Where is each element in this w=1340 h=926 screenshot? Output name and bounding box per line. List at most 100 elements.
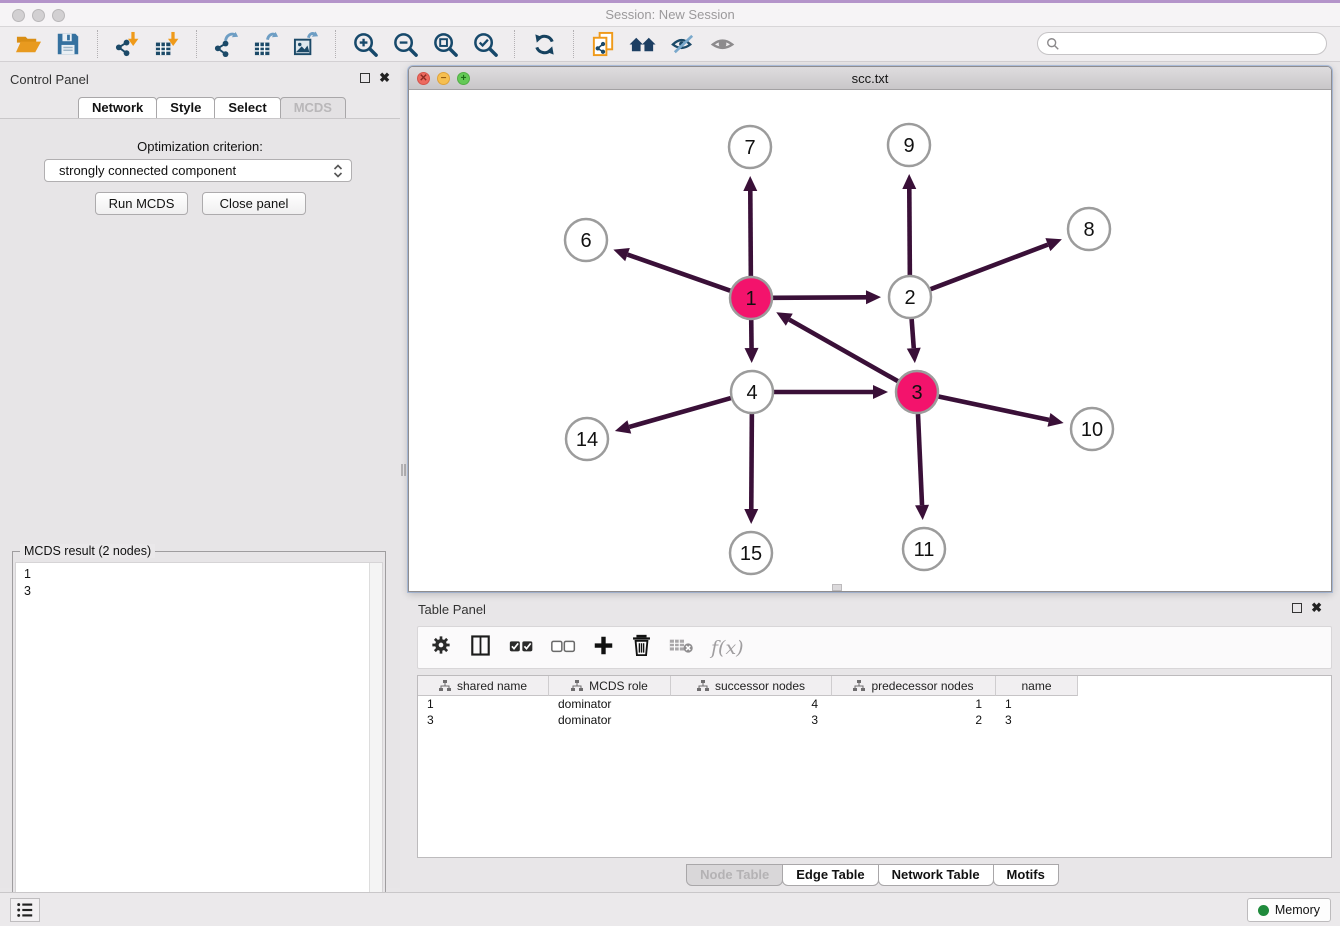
network-window-titlebar[interactable]: ✕ − + scc.txt xyxy=(409,67,1331,90)
open-file-icon[interactable] xyxy=(13,29,43,59)
float-panel-icon[interactable] xyxy=(1292,603,1302,613)
close-panel-icon[interactable]: ✖ xyxy=(379,72,390,84)
edge-1-7[interactable] xyxy=(743,176,757,276)
delete-rows-icon[interactable] xyxy=(631,634,652,661)
graph-node-7[interactable]: 7 xyxy=(729,126,771,168)
cell-predecessor-nodes[interactable]: 2 xyxy=(832,712,996,728)
cell-successor-nodes[interactable]: 3 xyxy=(671,712,832,728)
desktop: Control Panel ✖ NetworkStyleSelectMCDS O… xyxy=(0,62,1340,892)
select-all-icon[interactable] xyxy=(509,638,534,658)
panel-splitter[interactable] xyxy=(404,464,406,476)
column-header-name[interactable]: name xyxy=(996,676,1078,696)
settings-gear-icon[interactable] xyxy=(430,634,452,661)
edge-1-4[interactable] xyxy=(745,320,759,363)
tab-node-table[interactable]: Node Table xyxy=(686,864,783,886)
edge-1-6[interactable] xyxy=(613,248,730,291)
edge-3-11[interactable] xyxy=(915,414,929,520)
edge-4-14[interactable] xyxy=(615,398,731,434)
import-table-icon[interactable] xyxy=(152,29,182,59)
zoom-selected-icon[interactable] xyxy=(470,29,500,59)
column-header-successor-nodes[interactable]: successor nodes xyxy=(671,676,832,696)
run-mcds-button[interactable]: Run MCDS xyxy=(95,192,188,215)
tab-network[interactable]: Network xyxy=(78,97,157,119)
table-row[interactable]: 3dominator323 xyxy=(418,712,1331,728)
graph-node-9[interactable]: 9 xyxy=(888,124,930,166)
titlebar-accent xyxy=(0,0,1340,3)
svg-text:1: 1 xyxy=(745,288,756,310)
criterion-dropdown[interactable]: strongly connected component xyxy=(44,159,352,182)
refresh-icon[interactable] xyxy=(529,29,559,59)
column-view-icon[interactable] xyxy=(469,634,492,662)
memory-button[interactable]: Memory xyxy=(1247,898,1331,922)
tab-edge-table[interactable]: Edge Table xyxy=(782,864,878,886)
edge-2-8[interactable] xyxy=(931,238,1062,289)
window-resize-grip[interactable] xyxy=(832,584,842,591)
hide-graphics-icon[interactable] xyxy=(668,29,698,59)
export-table-icon[interactable] xyxy=(251,29,281,59)
export-image-icon[interactable] xyxy=(291,29,321,59)
table-row[interactable]: 1dominator411 xyxy=(418,696,1331,712)
show-graphics-icon xyxy=(708,29,738,59)
home-networks-icon[interactable] xyxy=(628,29,658,59)
tab-select[interactable]: Select xyxy=(214,97,280,119)
cell-predecessor-nodes[interactable]: 1 xyxy=(832,696,996,712)
panel-splitter[interactable] xyxy=(401,464,403,476)
cell-shared-name[interactable]: 1 xyxy=(418,696,549,712)
graph-node-8[interactable]: 8 xyxy=(1068,208,1110,250)
svg-text:10: 10 xyxy=(1081,419,1103,441)
edge-4-3[interactable] xyxy=(774,385,888,399)
clone-network-icon[interactable] xyxy=(588,29,618,59)
edge-3-1[interactable] xyxy=(776,312,898,381)
cell-MCDS-role[interactable]: dominator xyxy=(549,696,671,712)
network-graph[interactable]: 7 9 6 8 1 2 4 3 14 10 15 11 xyxy=(409,90,1331,591)
mcds-result-textarea[interactable]: 1 3 xyxy=(15,562,383,926)
svg-text:11: 11 xyxy=(914,539,935,561)
export-network-icon[interactable] xyxy=(211,29,241,59)
result-scrollbar[interactable] xyxy=(369,563,382,925)
add-row-icon[interactable] xyxy=(593,635,614,661)
cell-shared-name[interactable]: 3 xyxy=(418,712,549,728)
zoom-out-icon[interactable] xyxy=(390,29,420,59)
tab-network-table[interactable]: Network Table xyxy=(878,864,994,886)
save-session-icon[interactable] xyxy=(53,29,83,59)
zoom-in-icon[interactable] xyxy=(350,29,380,59)
svg-text:6: 6 xyxy=(580,230,591,252)
task-history-button[interactable] xyxy=(10,898,40,922)
column-header-MCDS-role[interactable]: MCDS role xyxy=(549,676,671,696)
svg-text:4: 4 xyxy=(746,382,757,404)
search-field[interactable] xyxy=(1037,32,1327,55)
graph-node-3[interactable]: 3 xyxy=(896,371,938,413)
edge-4-15[interactable] xyxy=(744,414,758,524)
edge-3-10[interactable] xyxy=(939,397,1064,427)
edge-2-9[interactable] xyxy=(902,174,916,275)
graph-node-15[interactable]: 15 xyxy=(730,532,772,574)
import-network-icon[interactable] xyxy=(112,29,142,59)
edge-2-3[interactable] xyxy=(907,319,921,363)
cell-MCDS-role[interactable]: dominator xyxy=(549,712,671,728)
list-icon xyxy=(16,901,34,919)
close-panel-button[interactable]: Close panel xyxy=(202,192,306,215)
graph-node-6[interactable]: 6 xyxy=(565,219,607,261)
graph-node-1[interactable]: 1 xyxy=(730,277,772,319)
column-header-predecessor-nodes[interactable]: predecessor nodes xyxy=(832,676,996,696)
column-header-shared-name[interactable]: shared name xyxy=(418,676,549,696)
network-canvas[interactable]: 7 9 6 8 1 2 4 3 14 10 15 11 xyxy=(409,90,1331,591)
unselect-all-icon[interactable] xyxy=(551,638,576,658)
tab-motifs[interactable]: Motifs xyxy=(993,864,1059,886)
edge-1-2[interactable] xyxy=(773,290,881,304)
graph-node-4[interactable]: 4 xyxy=(731,371,773,413)
zoom-fit-icon[interactable] xyxy=(430,29,460,59)
tab-mcds[interactable]: MCDS xyxy=(280,97,346,119)
table-panel-header: Table Panel ✖ xyxy=(408,600,1336,620)
search-input[interactable] xyxy=(1065,37,1318,51)
graph-node-10[interactable]: 10 xyxy=(1071,408,1113,450)
graph-node-14[interactable]: 14 xyxy=(566,418,608,460)
cell-successor-nodes[interactable]: 4 xyxy=(671,696,832,712)
cell-name[interactable]: 1 xyxy=(996,696,1078,712)
cell-name[interactable]: 3 xyxy=(996,712,1078,728)
graph-node-2[interactable]: 2 xyxy=(889,276,931,318)
tab-style[interactable]: Style xyxy=(156,97,215,119)
float-panel-icon[interactable] xyxy=(360,73,370,83)
close-panel-icon[interactable]: ✖ xyxy=(1311,602,1322,614)
graph-node-11[interactable]: 11 xyxy=(903,528,945,570)
